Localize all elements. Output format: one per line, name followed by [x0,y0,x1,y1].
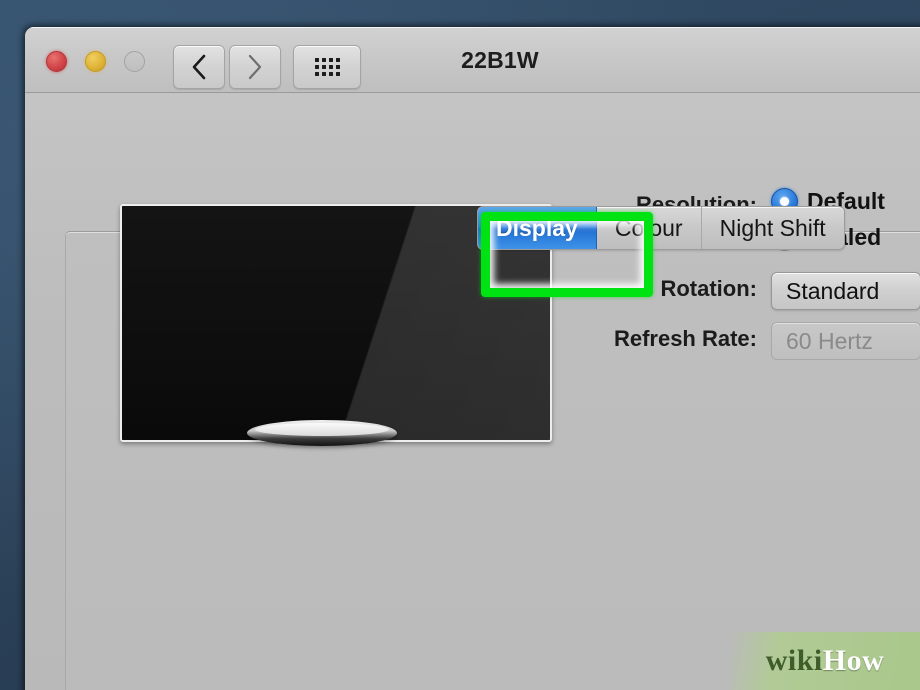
monitor-stand-base [247,420,397,446]
window-content: Display Colour Night Shift Resolution: D… [25,93,920,690]
tab-display[interactable]: Display [478,207,597,249]
display-preferences-window: 22B1W Display Colour Night Shift Resolut… [25,27,920,690]
wikihow-watermark: wikiHow [730,632,920,690]
monitor-stand-highlight [255,423,389,436]
page-title: 22B1W [461,46,539,73]
refresh-rate-label: Refresh Rate: [613,326,757,351]
rotation-dropdown[interactable]: Standard [771,272,920,310]
window-titlebar: 22B1W [25,27,920,93]
tab-colour[interactable]: Colour [597,207,702,249]
rotation-label: Rotation: [660,276,757,301]
tab-group: Display Colour Night Shift [477,206,845,250]
display-preview-illustration [95,176,552,446]
refresh-rate-field: 60 Hertz [771,322,920,360]
wikihow-logo-how: How [822,644,885,677]
wikihow-logo-wiki: wiki [765,644,823,677]
tab-bar: Display Colour Night Shift [477,206,845,250]
wikihow-logo: wikiHow [766,644,885,678]
rotation-field: Standard [771,272,920,310]
tab-night-shift[interactable]: Night Shift [702,207,844,249]
refresh-rate-dropdown[interactable]: 60 Hertz [771,322,920,360]
refresh-rate-row: Refresh Rate: 60 Hertz [583,322,920,360]
rotation-row: Rotation: Standard [583,272,920,310]
